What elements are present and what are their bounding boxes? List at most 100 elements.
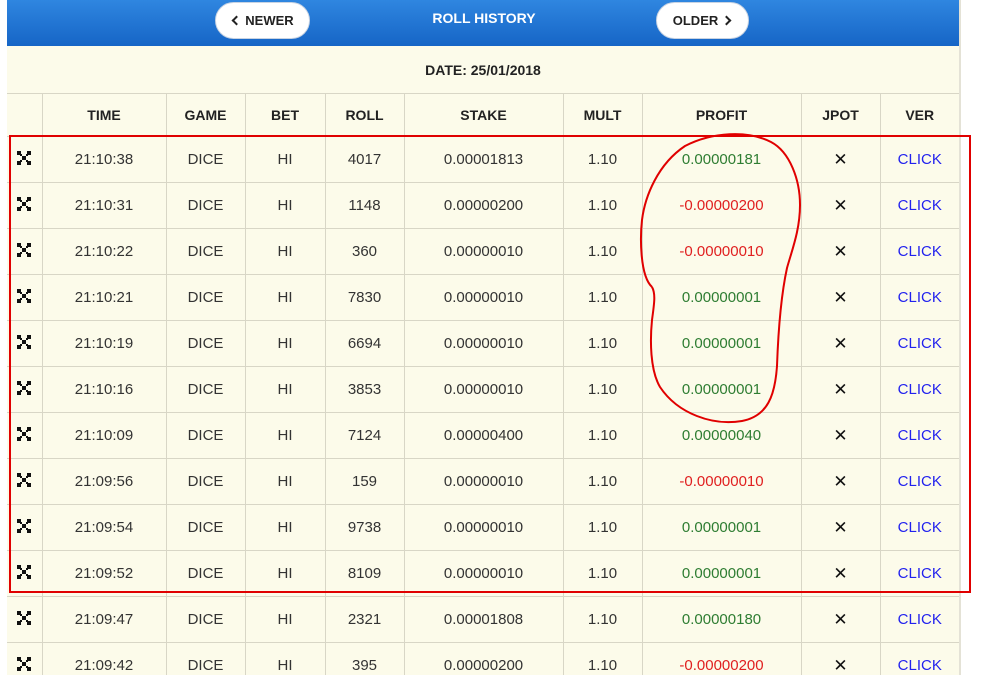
close-icon: ✕: [833, 149, 848, 169]
verify-link[interactable]: CLICK: [898, 335, 942, 352]
jackpot-cell: ✕: [800, 366, 880, 413]
bet-cell: HI: [244, 274, 325, 321]
stake-cell: 0.00001808: [403, 596, 563, 643]
stake-cell: 0.00000010: [403, 458, 563, 505]
game-cell: DICE: [165, 136, 245, 183]
verify-cell: CLICK: [879, 504, 959, 551]
mult-cell: 1.10: [562, 504, 642, 551]
mult-cell: 1.10: [562, 458, 642, 505]
mult-cell: 1.10: [562, 228, 642, 275]
verify-link[interactable]: CLICK: [898, 151, 942, 168]
stake-cell: 0.00000010: [403, 320, 563, 367]
stake-cell: 0.00000010: [403, 274, 563, 321]
verify-link[interactable]: CLICK: [898, 381, 942, 398]
dice-grid-icon: [17, 288, 32, 303]
dice-grid-icon: [17, 656, 32, 671]
newer-label: NEWER: [245, 13, 294, 28]
verify-link[interactable]: CLICK: [898, 611, 942, 628]
profit-cell: -0.00000010: [641, 228, 801, 275]
verify-link[interactable]: CLICK: [898, 519, 942, 536]
time-cell: 21:10:22: [41, 228, 166, 275]
roll-cell: 2321: [324, 596, 404, 643]
jackpot-cell: ✕: [800, 136, 880, 183]
page-title: ROLL HISTORY: [432, 10, 536, 26]
jackpot-cell: ✕: [800, 504, 880, 551]
jackpot-cell: ✕: [800, 228, 880, 275]
verify-cell: CLICK: [879, 136, 959, 183]
game-cell: DICE: [165, 550, 245, 597]
mult-cell: 1.10: [562, 596, 642, 643]
close-icon: ✕: [833, 287, 848, 307]
stake-cell: 0.00000200: [403, 182, 563, 229]
time-cell: 21:09:56: [41, 458, 166, 505]
roll-cell: 1148: [324, 182, 404, 229]
table-row: 21:09:56 DICE HI 159 0.00000010 1.10 -0.000000…: [7, 458, 959, 505]
mult-cell: 1.10: [562, 136, 642, 183]
roll-cell: 7124: [324, 412, 404, 459]
bet-cell: HI: [244, 596, 325, 643]
newer-button[interactable]: NEWER: [215, 2, 310, 39]
bet-cell: HI: [244, 458, 325, 505]
time-cell: 21:09:54: [41, 504, 166, 551]
stake-cell: 0.00000400: [403, 412, 563, 459]
jackpot-cell: ✕: [800, 596, 880, 643]
profit-cell: 0.00000040: [641, 412, 801, 459]
dice-grid-icon: [17, 518, 32, 533]
column-header: TIME: [41, 93, 166, 137]
header-icon: [7, 93, 42, 137]
close-icon: ✕: [833, 471, 848, 491]
row-icon-cell: [7, 504, 42, 551]
table-row: 21:10:21 DICE HI 7830 0.00000010 1.10 0.000000…: [7, 274, 959, 321]
dice-grid-icon: [17, 610, 32, 625]
row-icon-cell: [7, 596, 42, 643]
game-cell: DICE: [165, 366, 245, 413]
header-bar: NEWER ROLL HISTORY OLDER: [7, 0, 959, 46]
verify-cell: CLICK: [879, 412, 959, 459]
verify-link[interactable]: CLICK: [898, 289, 942, 306]
verify-link[interactable]: CLICK: [898, 657, 942, 674]
roll-cell: 9738: [324, 504, 404, 551]
close-icon: ✕: [833, 517, 848, 537]
verify-link[interactable]: CLICK: [898, 427, 942, 444]
stake-cell: 0.00001813: [403, 136, 563, 183]
close-icon: ✕: [833, 333, 848, 353]
row-icon-cell: [7, 642, 42, 675]
dice-grid-icon: [17, 564, 32, 579]
verify-link[interactable]: CLICK: [898, 473, 942, 490]
roll-cell: 8109: [324, 550, 404, 597]
row-icon-cell: [7, 320, 42, 367]
mult-cell: 1.10: [562, 642, 642, 675]
verify-link[interactable]: CLICK: [898, 565, 942, 582]
dice-grid-icon: [17, 334, 32, 349]
stake-cell: 0.00000010: [403, 550, 563, 597]
verify-link[interactable]: CLICK: [898, 197, 942, 214]
jackpot-cell: ✕: [800, 320, 880, 367]
roll-history-table: TIME GAME BET ROLL STAKE MULT PROFIT JPO…: [7, 93, 959, 675]
row-icon-cell: [7, 412, 42, 459]
column-header: PROFIT: [641, 93, 801, 137]
time-cell: 21:09:47: [41, 596, 166, 643]
game-cell: DICE: [165, 504, 245, 551]
dice-grid-icon: [17, 150, 32, 165]
row-icon-cell: [7, 228, 42, 275]
table-row: 21:09:42 DICE HI 395 0.00000200 1.10 -0.000002…: [7, 642, 959, 675]
dice-grid-icon: [17, 196, 32, 211]
verify-cell: CLICK: [879, 320, 959, 367]
verify-cell: CLICK: [879, 366, 959, 413]
roll-cell: 7830: [324, 274, 404, 321]
game-cell: DICE: [165, 228, 245, 275]
older-button[interactable]: OLDER: [656, 2, 749, 39]
verify-cell: CLICK: [879, 642, 959, 675]
table-row: 21:10:09 DICE HI 7124 0.00000400 1.10 0.000000…: [7, 412, 959, 459]
verify-link[interactable]: CLICK: [898, 243, 942, 260]
bet-cell: HI: [244, 504, 325, 551]
jackpot-cell: ✕: [800, 458, 880, 505]
close-icon: ✕: [833, 425, 848, 445]
verify-cell: CLICK: [879, 596, 959, 643]
stake-cell: 0.00000010: [403, 228, 563, 275]
verify-cell: CLICK: [879, 458, 959, 505]
time-cell: 21:10:31: [41, 182, 166, 229]
table-header-row: TIME GAME BET ROLL STAKE MULT PROFIT JPO…: [7, 93, 959, 137]
profit-cell: 0.00000001: [641, 366, 801, 413]
verify-cell: CLICK: [879, 182, 959, 229]
